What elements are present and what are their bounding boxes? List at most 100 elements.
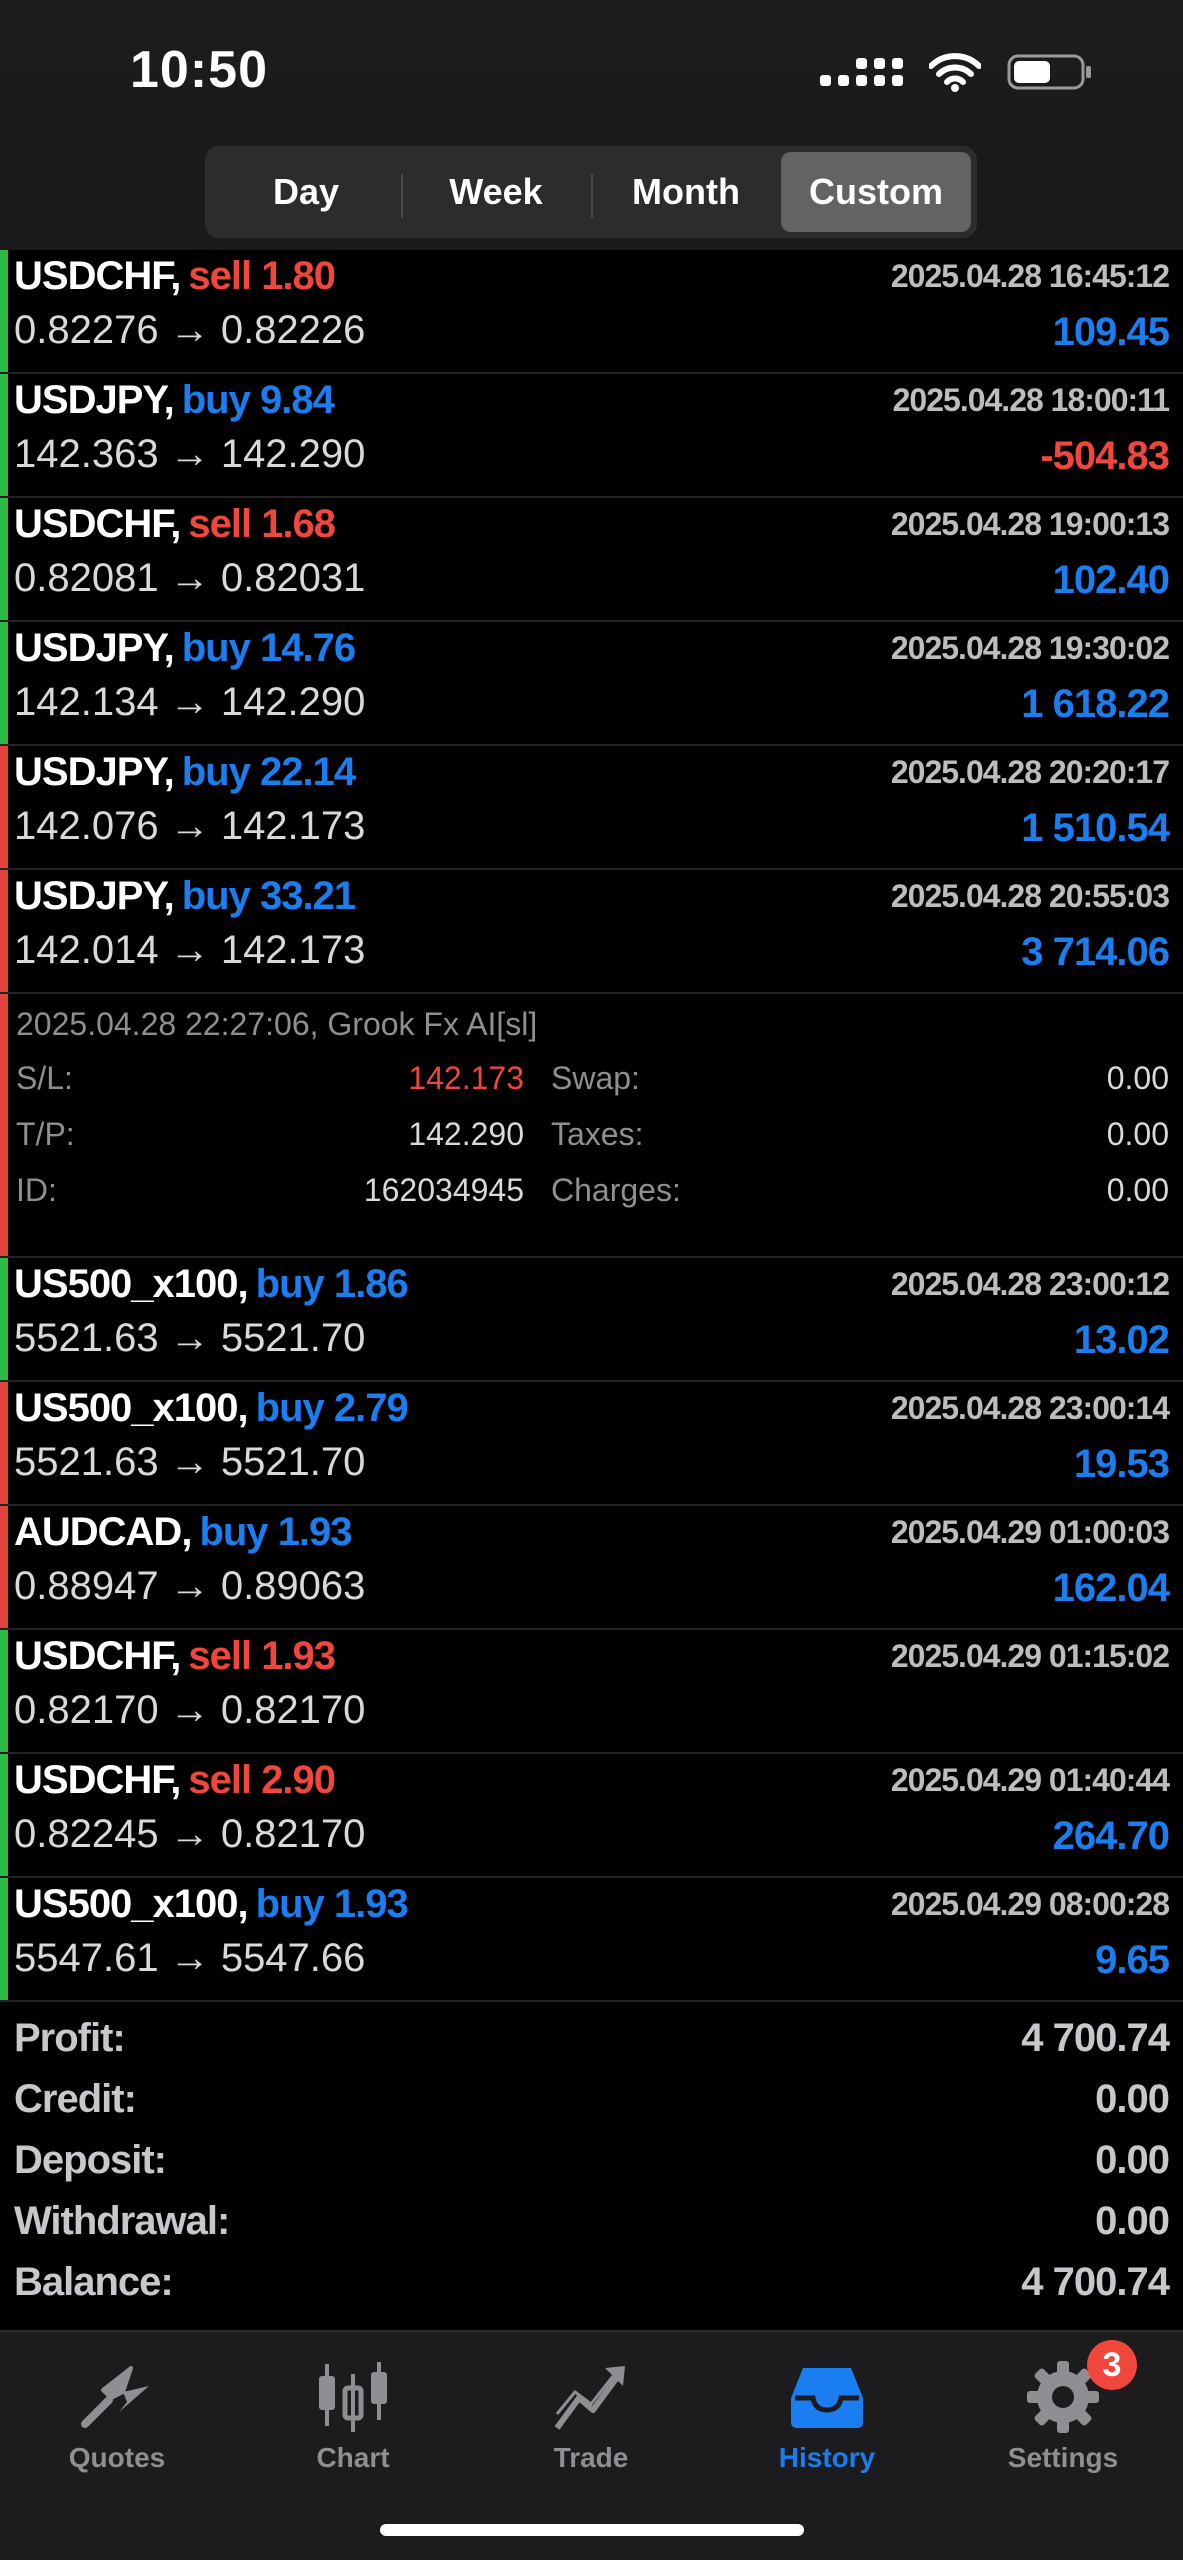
deal-prices: 5521.63 → 5521.70 — [14, 1316, 366, 1360]
tab-trade-label: Trade — [553, 2442, 629, 2473]
deal-prices: 0.82081 → 0.82031 — [14, 556, 366, 600]
deal-row[interactable]: USDJPY, buy 14.76 142.134 → 142.290 2025.04… — [0, 622, 1183, 746]
deal-volume: 1.93 — [261, 1634, 336, 1678]
deal-symbol: AUDCAD, — [14, 1510, 192, 1554]
status-time: 10:50 — [130, 41, 268, 99]
deal-side-volume: buy 1.93 — [199, 1510, 353, 1554]
deal-row[interactable]: AUDCAD, buy 1.93 0.88947 → 0.89063 2025.04.… — [0, 1506, 1183, 1630]
deal-volume: 22.14 — [260, 750, 356, 794]
deal-side-volume: buy 22.14 — [181, 750, 356, 794]
deal-profit: 264.70 — [1052, 1814, 1170, 1858]
id-value: 162034945 — [363, 1172, 524, 1208]
deal-datetime: 2025.04.28 20:55:03 — [890, 878, 1170, 914]
tab-trade[interactable]: Trade — [491, 2352, 691, 2474]
deal-symbol: USDJPY, — [14, 750, 175, 794]
period-day[interactable]: Day — [211, 152, 401, 232]
deal-row[interactable]: US500_x100, buy 1.93 5547.61 → 5547.66 2025… — [0, 1878, 1183, 2002]
wifi-icon — [929, 52, 981, 92]
taxes-label: Taxes: — [551, 1116, 644, 1152]
period-week[interactable]: Week — [401, 152, 591, 232]
deal-side-volume: buy 1.86 — [256, 1262, 409, 1306]
deal-prices: 5521.63 → 5521.70 — [14, 1440, 366, 1484]
deal-row[interactable]: USDCHF, sell 1.68 0.82081 → 0.82031 2025.04… — [0, 498, 1183, 622]
deal-row[interactable]: USDCHF, sell 2.90 0.82245 → 0.82170 2025.04… — [0, 1754, 1183, 1878]
deal-profit: 1 510.54 — [1021, 806, 1170, 850]
deal-volume: 33.21 — [260, 874, 356, 918]
deal-side: buy — [199, 1510, 268, 1554]
deal-symbol: US500_x100, — [14, 1262, 249, 1306]
deal-profit: 102.40 — [1052, 558, 1170, 602]
deal-row[interactable]: US500_x100, buy 2.79 5521.63 → 5521.70 2025… — [0, 1382, 1183, 1506]
deal-datetime: 2025.04.28 23:00:14 — [890, 1390, 1170, 1426]
period-custom[interactable]: Custom — [781, 152, 971, 232]
deal-row[interactable]: USDJPY, buy 22.14 142.076 → 142.173 2025.04… — [0, 746, 1183, 870]
deal-side: buy — [255, 1386, 325, 1430]
deal-side: buy — [181, 626, 251, 670]
deal-status-bar — [0, 250, 8, 372]
tab-history[interactable]: History — [727, 2352, 927, 2474]
deal-symbol-line: USDCHF, sell 2.90 — [14, 1758, 336, 1803]
deal-side-volume: buy 9.84 — [181, 378, 335, 422]
deal-side-volume: buy 2.79 — [255, 1386, 409, 1430]
tab-quotes-label: Quotes — [68, 2442, 166, 2473]
deal-row[interactable]: US500_x100, buy 1.86 5521.63 → 5521.70 2025… — [0, 1258, 1183, 1382]
tab-chart[interactable]: Chart — [253, 2352, 453, 2474]
deal-profit: 1 618.22 — [1021, 682, 1170, 726]
period-bar: Day Week Month Custom — [0, 140, 1183, 250]
deal-volume: 2.79 — [333, 1386, 409, 1430]
deal-status-bar — [0, 1878, 8, 2000]
deal-row[interactable]: USDJPY, buy 9.84 142.363 → 142.290 2025.04.… — [0, 374, 1183, 498]
deal-status-bar — [0, 498, 8, 620]
deal-prices: 5547.61 → 5547.66 — [14, 1936, 366, 1980]
deal-symbol-line: US500_x100, buy 1.86 — [14, 1262, 409, 1307]
deal-side-volume: sell 2.90 — [188, 1758, 336, 1802]
deal-volume: 1.93 — [277, 1510, 353, 1554]
deal-symbol: US500_x100, — [14, 1882, 249, 1926]
settings-badge: 3 — [1087, 2340, 1137, 2390]
summary-profit: Profit: 4 700.74 — [14, 2016, 1170, 2060]
deal-datetime: 2025.04.28 18:00:11 — [892, 382, 1170, 418]
status-bar: 10:50 — [0, 0, 1183, 140]
home-indicator[interactable] — [380, 2524, 804, 2536]
deal-side: sell — [188, 1758, 252, 1802]
deal-symbol-line: US500_x100, buy 2.79 — [14, 1386, 409, 1431]
deal-prices: 142.363 → 142.290 — [14, 432, 366, 476]
trade-icon — [491, 2352, 691, 2442]
deal-symbol: USDJPY, — [14, 874, 175, 918]
tab-settings-label: Settings — [1007, 2442, 1119, 2473]
deal-side: buy — [255, 1882, 325, 1926]
summary-credit: Credit: 0.00 — [14, 2077, 1170, 2121]
deal-volume: 14.76 — [260, 626, 356, 670]
deal-side: buy — [181, 750, 251, 794]
deal-symbol-line: USDCHF, sell 1.93 — [14, 1634, 336, 1679]
deal-volume: 9.84 — [260, 378, 335, 422]
deal-profit: 13.02 — [1073, 1318, 1170, 1362]
deal-symbol-line: USDCHF, sell 1.68 — [14, 502, 336, 547]
deal-symbol: USDJPY, — [14, 626, 175, 670]
deal-side-volume: sell 1.68 — [188, 502, 336, 546]
deal-symbol: US500_x100, — [14, 1386, 249, 1430]
deal-profit: 109.45 — [1052, 310, 1170, 354]
deal-profit: 19.53 — [1073, 1442, 1170, 1486]
cellular-signal-icon — [820, 58, 903, 86]
period-month[interactable]: Month — [591, 152, 781, 232]
deal-row[interactable]: USDJPY, buy 33.21 142.014 → 142.173 2025.04… — [0, 870, 1183, 994]
deal-datetime: 2025.04.29 01:40:44 — [890, 1762, 1170, 1798]
deal-status-bar — [0, 870, 8, 992]
history-summary: Profit: 4 700.74 Credit: 0.00 Deposit: 0.00… — [0, 2000, 1183, 2330]
history-list: USDCHF, sell 1.80 0.82276 → 0.82226 2025.04… — [0, 250, 1183, 2002]
tab-quotes[interactable]: Quotes — [17, 2352, 217, 2474]
deal-side-volume: buy 1.93 — [255, 1882, 409, 1926]
deal-side: buy — [181, 378, 251, 422]
deal-side: sell — [188, 254, 252, 298]
deal-row[interactable]: USDCHF, sell 1.80 0.82276 → 0.82226 2025.04… — [0, 250, 1183, 374]
charges-value: 0.00 — [1106, 1172, 1169, 1208]
deal-volume: 1.93 — [333, 1882, 409, 1926]
deal-row[interactable]: USDCHF, sell 1.93 0.82170 → 0.82170 2025.04… — [0, 1630, 1183, 1754]
battery-icon — [1007, 52, 1093, 92]
deal-symbol-line: US500_x100, buy 1.93 — [14, 1882, 409, 1927]
deal-status-bar — [0, 622, 8, 744]
deal-datetime: 2025.04.28 23:00:12 — [890, 1266, 1170, 1302]
deal-details[interactable]: 2025.04.28 22:27:06, Grook Fx AI[sl] S/L… — [0, 994, 1183, 1258]
deal-side-volume: sell 1.80 — [188, 254, 336, 298]
